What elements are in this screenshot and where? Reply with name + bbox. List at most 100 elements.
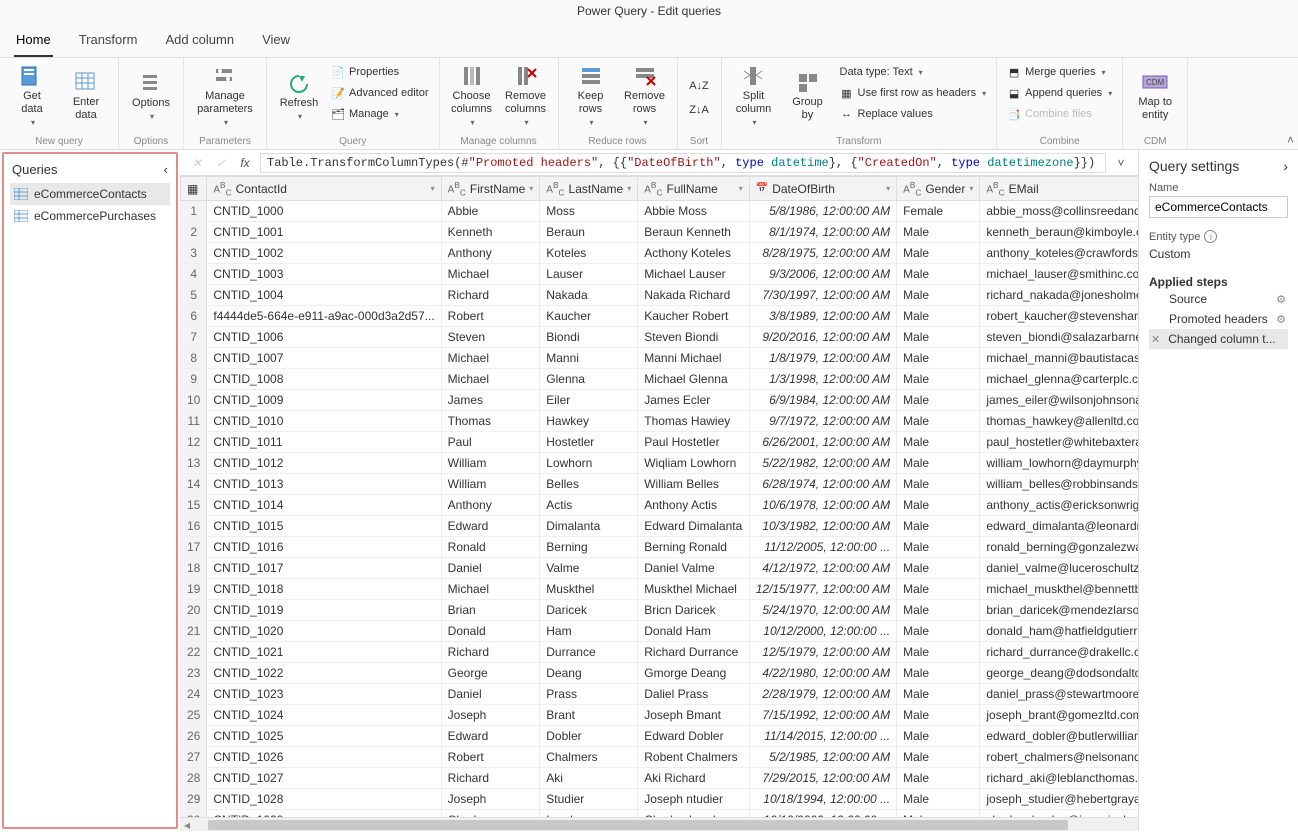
cell[interactable]: Edward Dobler [638,726,750,747]
cell[interactable]: Male [897,642,980,663]
table-row[interactable]: 4CNTID_1003MichaelLauserMichael Lauser9/… [181,264,1139,285]
row-number[interactable]: 16 [181,516,207,537]
cell[interactable]: 4/12/1972, 12:00:00 AM [749,558,896,579]
cell[interactable]: CNTID_1027 [207,768,441,789]
cell[interactable]: George [441,663,540,684]
filter-dropdown-icon[interactable]: ▾ [886,184,890,193]
column-header-gender[interactable]: ABCGender▾ [897,177,980,201]
cell[interactable]: Bricn Daricek [638,600,750,621]
column-header-firstname[interactable]: ABCFirstName▾ [441,177,540,201]
row-number[interactable]: 3 [181,243,207,264]
properties-button[interactable]: 📄Properties [327,62,433,82]
cell[interactable]: 11/12/2005, 12:00:00 ... [749,537,896,558]
cell[interactable]: Aki [540,768,638,789]
cell[interactable]: Charles Laedes [638,810,750,817]
filter-dropdown-icon[interactable]: ▾ [969,184,973,193]
table-row[interactable]: 17CNTID_1016RonaldBerningBerning Ronald1… [181,537,1139,558]
cell[interactable]: Male [897,621,980,642]
cell[interactable]: Male [897,264,980,285]
cell[interactable]: Ronald [441,537,540,558]
cell[interactable]: Ham [540,621,638,642]
cell[interactable]: william_lowhorn@daymurphyandherrera.com [980,453,1138,474]
cell[interactable]: Muskthel Michael [638,579,750,600]
table-row[interactable]: 15CNTID_1014AnthonyActisAnthony Actis10/… [181,495,1139,516]
cell[interactable]: f4444de5-664e-e911-a9ac-000d3a2d57... [207,306,441,327]
column-header-contactid[interactable]: ABCContactId▾ [207,177,441,201]
query-name-input[interactable] [1149,196,1288,218]
table-row[interactable]: 24CNTID_1023DanielPrassDaliel Prass2/28/… [181,684,1139,705]
cell[interactable]: CNTID_1026 [207,747,441,768]
table-row[interactable]: 18CNTID_1017DanielValmeDaniel Valme4/12/… [181,558,1139,579]
cell[interactable]: paul_hostetler@whitebaxterandsimpson.com [980,432,1138,453]
cell[interactable]: Charles [441,810,540,817]
cell[interactable]: Edward Dimalanta [638,516,750,537]
cell[interactable]: 6/28/1974, 12:00:00 AM [749,474,896,495]
cell[interactable]: Berning [540,537,638,558]
cell[interactable]: Nakada Richard [638,285,750,306]
sort-asc-button[interactable]: A↓Z [685,76,713,96]
cell[interactable]: Moss [540,201,638,222]
cell[interactable]: Male [897,537,980,558]
formula-expand-button[interactable]: ˅ [1112,154,1130,172]
cell[interactable]: abbie_moss@collinsreedandhoward.com [980,201,1138,222]
cell[interactable]: CNTID_1013 [207,474,441,495]
cell[interactable]: 9/20/2016, 12:00:00 AM [749,327,896,348]
filter-dropdown-icon[interactable]: ▾ [627,184,631,193]
cell[interactable]: Kaucher [540,306,638,327]
cell[interactable]: CNTID_1016 [207,537,441,558]
advanced-editor-button[interactable]: 📝Advanced editor [327,83,433,103]
cell[interactable]: michael_muskthel@bennettburnett.com [980,579,1138,600]
cell[interactable]: Edward [441,516,540,537]
cell[interactable]: Michael Glenna [638,369,750,390]
cell[interactable]: 2/28/1979, 12:00:00 AM [749,684,896,705]
cell[interactable]: Steven Biondi [638,327,750,348]
row-number[interactable]: 29 [181,789,207,810]
manage-parameters-button[interactable]: Manage parameters▾ [190,62,260,130]
cell[interactable]: Male [897,453,980,474]
cell[interactable]: Male [897,495,980,516]
cell[interactable]: Male [897,222,980,243]
cell[interactable]: Glenna [540,369,638,390]
cell[interactable]: Male [897,579,980,600]
cell[interactable]: Male [897,684,980,705]
cell[interactable]: 10/6/1978, 12:00:00 AM [749,495,896,516]
cell[interactable]: Durrance [540,642,638,663]
cell[interactable]: Male [897,306,980,327]
cell[interactable]: Male [897,789,980,810]
first-row-headers-button[interactable]: ▦Use first row as headers▾ [836,83,991,103]
cell[interactable]: Paul Hostetler [638,432,750,453]
cell[interactable]: James Ecler [638,390,750,411]
refresh-button[interactable]: Refresh▾ [273,62,325,130]
cell[interactable]: Male [897,810,980,817]
cell[interactable]: Male [897,516,980,537]
table-row[interactable]: 1CNTID_1000AbbieMossAbbie Moss5/8/1986, … [181,201,1139,222]
cell[interactable]: 4/22/1980, 12:00:00 AM [749,663,896,684]
cell[interactable]: Nakada [540,285,638,306]
row-number[interactable]: 10 [181,390,207,411]
column-header-email[interactable]: ABCEMail▾ [980,177,1138,201]
cell[interactable]: 5/24/1970, 12:00:00 AM [749,600,896,621]
cell[interactable]: CNTID_1017 [207,558,441,579]
cell[interactable]: Anthony [441,243,540,264]
cell[interactable]: Joseph ntudier [638,789,750,810]
formula-input[interactable]: Table.TransformColumnTypes(#"Promoted he… [260,153,1106,173]
cell[interactable]: michael_lauser@smithinc.com [980,264,1138,285]
applied-step[interactable]: Source⚙ [1149,289,1288,309]
tab-add-column[interactable]: Add column [163,28,236,57]
table-row[interactable]: 23CNTID_1022GeorgeDeangGmorge Deang4/22/… [181,663,1139,684]
cell[interactable]: CNTID_1021 [207,642,441,663]
gear-icon[interactable]: ⚙ [1276,293,1286,306]
cell[interactable]: 9/7/1972, 12:00:00 AM [749,411,896,432]
scrollbar-thumb[interactable] [208,820,1068,830]
cell[interactable]: Michael [441,264,540,285]
table-row[interactable]: 13CNTID_1012WilliamLowhornWiqliam Lowhor… [181,453,1139,474]
cell[interactable]: CNTID_1007 [207,348,441,369]
column-header-dateofbirth[interactable]: 📅DateOfBirth▾ [749,177,896,201]
map-to-entity-button[interactable]: CDM Map to entity [1129,62,1181,130]
cell[interactable]: Beraun [540,222,638,243]
cell[interactable]: CNTID_1014 [207,495,441,516]
cell[interactable]: brian_daricek@mendezlarsonandmoore.com [980,600,1138,621]
cell[interactable]: Male [897,726,980,747]
select-all-cell[interactable]: ▦ [181,177,207,201]
row-number[interactable]: 20 [181,600,207,621]
